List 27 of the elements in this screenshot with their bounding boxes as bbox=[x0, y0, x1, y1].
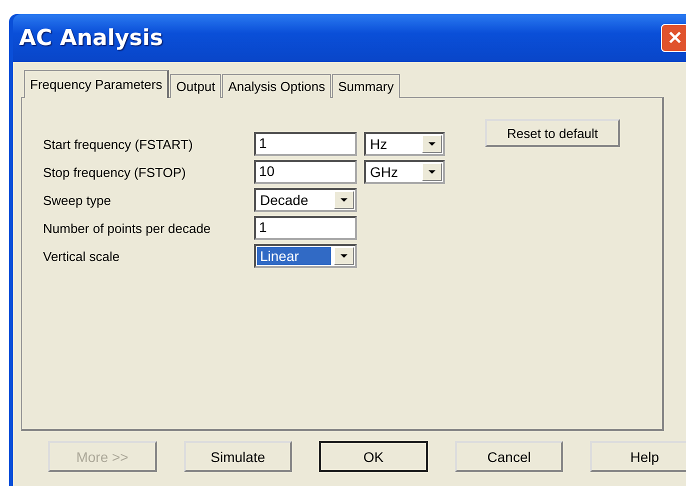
tab[interactable]: Analysis Options bbox=[222, 74, 332, 98]
dropdown[interactable]: Decade bbox=[254, 188, 357, 212]
tab[interactable]: Frequency Parameters bbox=[24, 70, 170, 98]
reset-button[interactable]: Reset to default bbox=[485, 119, 620, 147]
input-field[interactable]: 1 bbox=[254, 216, 357, 240]
dropdown[interactable]: Linear bbox=[254, 244, 357, 268]
field-label: Number of points per decade bbox=[43, 220, 212, 236]
dialog-button[interactable]: Cancel bbox=[454, 441, 564, 472]
field-label: Vertical scale bbox=[43, 248, 121, 264]
window-title: AC Analysis bbox=[19, 26, 163, 50]
dropdown[interactable]: Hz bbox=[364, 132, 445, 156]
close-button[interactable]: ✕ bbox=[661, 24, 686, 52]
dialog-button[interactable]: OK bbox=[319, 441, 428, 472]
dropdown-value: Linear bbox=[257, 247, 331, 265]
dropdown-value: Hz bbox=[369, 135, 388, 153]
input-field[interactable]: 1 bbox=[254, 132, 357, 156]
dropdown-value: GHz bbox=[369, 163, 399, 181]
tab[interactable]: Summary bbox=[332, 74, 400, 98]
dialog-button[interactable]: Simulate bbox=[184, 441, 292, 472]
dropdown-value: Decade bbox=[259, 191, 310, 209]
dropdown[interactable]: GHz bbox=[364, 160, 445, 184]
field-label: Stop frequency (FSTOP) bbox=[43, 164, 187, 180]
field-label: Start frequency (FSTART) bbox=[43, 136, 194, 152]
field-label: Sweep type bbox=[43, 192, 112, 208]
tab[interactable]: Output bbox=[170, 74, 222, 98]
dialog-button[interactable]: Help bbox=[590, 441, 686, 472]
input-field[interactable]: 10 bbox=[254, 160, 357, 184]
